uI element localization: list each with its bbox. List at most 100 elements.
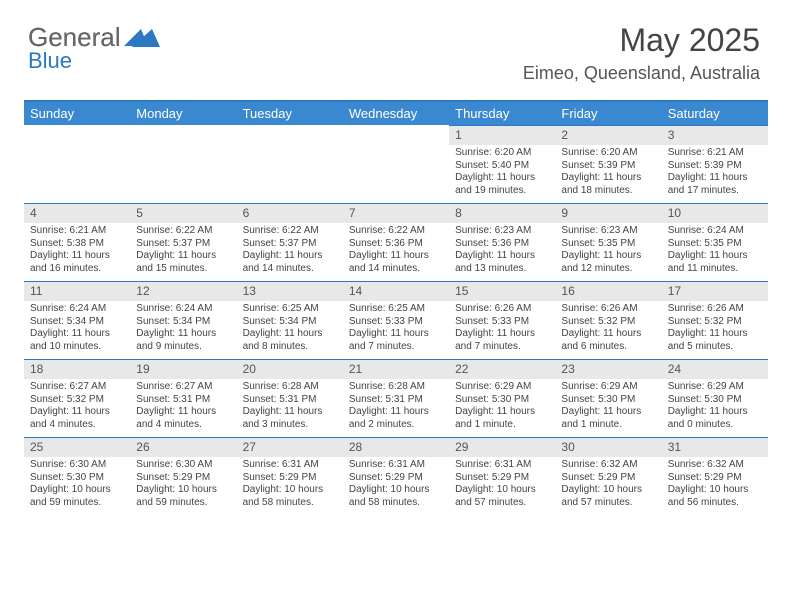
day-details: Sunrise: 6:24 AMSunset: 5:34 PMDaylight:…	[24, 301, 130, 359]
calendar-cell: 10Sunrise: 6:24 AMSunset: 5:35 PMDayligh…	[662, 203, 768, 281]
calendar-cell: 23Sunrise: 6:29 AMSunset: 5:30 PMDayligh…	[555, 359, 661, 437]
calendar-cell: 30Sunrise: 6:32 AMSunset: 5:29 PMDayligh…	[555, 437, 661, 515]
day-details: Sunrise: 6:27 AMSunset: 5:31 PMDaylight:…	[130, 379, 236, 437]
day-details: Sunrise: 6:28 AMSunset: 5:31 PMDaylight:…	[343, 379, 449, 437]
calendar-cell	[24, 125, 130, 203]
calendar-cell: 19Sunrise: 6:27 AMSunset: 5:31 PMDayligh…	[130, 359, 236, 437]
dow-header: Saturday	[662, 101, 768, 125]
day-number: 22	[449, 359, 555, 379]
day-details: Sunrise: 6:20 AMSunset: 5:40 PMDaylight:…	[449, 145, 555, 203]
day-details: Sunrise: 6:21 AMSunset: 5:39 PMDaylight:…	[662, 145, 768, 203]
day-details: Sunrise: 6:21 AMSunset: 5:38 PMDaylight:…	[24, 223, 130, 281]
day-number: 14	[343, 281, 449, 301]
calendar-cell: 11Sunrise: 6:24 AMSunset: 5:34 PMDayligh…	[24, 281, 130, 359]
calendar-cell: 31Sunrise: 6:32 AMSunset: 5:29 PMDayligh…	[662, 437, 768, 515]
day-number: 8	[449, 203, 555, 223]
day-details: Sunrise: 6:22 AMSunset: 5:37 PMDaylight:…	[130, 223, 236, 281]
day-number: 26	[130, 437, 236, 457]
day-details: Sunrise: 6:26 AMSunset: 5:32 PMDaylight:…	[662, 301, 768, 359]
dow-header: Monday	[130, 101, 236, 125]
calendar-cell: 17Sunrise: 6:26 AMSunset: 5:32 PMDayligh…	[662, 281, 768, 359]
calendar-title: May 2025	[523, 22, 760, 59]
day-details: Sunrise: 6:30 AMSunset: 5:29 PMDaylight:…	[130, 457, 236, 515]
day-details: Sunrise: 6:25 AMSunset: 5:33 PMDaylight:…	[343, 301, 449, 359]
day-details: Sunrise: 6:32 AMSunset: 5:29 PMDaylight:…	[555, 457, 661, 515]
day-number: 19	[130, 359, 236, 379]
day-number: 17	[662, 281, 768, 301]
calendar-cell: 14Sunrise: 6:25 AMSunset: 5:33 PMDayligh…	[343, 281, 449, 359]
day-number: 30	[555, 437, 661, 457]
sail-icon	[124, 28, 150, 48]
calendar-cell: 2Sunrise: 6:20 AMSunset: 5:39 PMDaylight…	[555, 125, 661, 203]
calendar-cell: 6Sunrise: 6:22 AMSunset: 5:37 PMDaylight…	[237, 203, 343, 281]
calendar-location: Eimeo, Queensland, Australia	[523, 63, 760, 84]
dow-header: Friday	[555, 101, 661, 125]
calendar-cell	[130, 125, 236, 203]
day-number: 9	[555, 203, 661, 223]
dow-header: Thursday	[449, 101, 555, 125]
day-number: 21	[343, 359, 449, 379]
day-number: 15	[449, 281, 555, 301]
day-number: 18	[24, 359, 130, 379]
day-details: Sunrise: 6:24 AMSunset: 5:35 PMDaylight:…	[662, 223, 768, 281]
page-header: May 2025 Eimeo, Queensland, Australia	[523, 22, 760, 84]
calendar-cell: 5Sunrise: 6:22 AMSunset: 5:37 PMDaylight…	[130, 203, 236, 281]
day-number: 16	[555, 281, 661, 301]
day-number: 4	[24, 203, 130, 223]
day-number: 12	[130, 281, 236, 301]
calendar-cell: 15Sunrise: 6:26 AMSunset: 5:33 PMDayligh…	[449, 281, 555, 359]
day-details: Sunrise: 6:30 AMSunset: 5:30 PMDaylight:…	[24, 457, 130, 515]
day-number: 3	[662, 125, 768, 145]
day-details: Sunrise: 6:23 AMSunset: 5:35 PMDaylight:…	[555, 223, 661, 281]
calendar-cell: 8Sunrise: 6:23 AMSunset: 5:36 PMDaylight…	[449, 203, 555, 281]
calendar-cell	[237, 125, 343, 203]
day-number: 29	[449, 437, 555, 457]
day-number: 31	[662, 437, 768, 457]
day-number: 27	[237, 437, 343, 457]
calendar-cell: 13Sunrise: 6:25 AMSunset: 5:34 PMDayligh…	[237, 281, 343, 359]
day-details: Sunrise: 6:29 AMSunset: 5:30 PMDaylight:…	[662, 379, 768, 437]
day-number: 20	[237, 359, 343, 379]
calendar-cell: 7Sunrise: 6:22 AMSunset: 5:36 PMDaylight…	[343, 203, 449, 281]
day-details: Sunrise: 6:20 AMSunset: 5:39 PMDaylight:…	[555, 145, 661, 203]
calendar-cell: 24Sunrise: 6:29 AMSunset: 5:30 PMDayligh…	[662, 359, 768, 437]
day-number: 11	[24, 281, 130, 301]
day-details: Sunrise: 6:25 AMSunset: 5:34 PMDaylight:…	[237, 301, 343, 359]
calendar-cell: 16Sunrise: 6:26 AMSunset: 5:32 PMDayligh…	[555, 281, 661, 359]
calendar-cell: 25Sunrise: 6:30 AMSunset: 5:30 PMDayligh…	[24, 437, 130, 515]
day-details: Sunrise: 6:29 AMSunset: 5:30 PMDaylight:…	[555, 379, 661, 437]
calendar-cell: 22Sunrise: 6:29 AMSunset: 5:30 PMDayligh…	[449, 359, 555, 437]
calendar-cell: 26Sunrise: 6:30 AMSunset: 5:29 PMDayligh…	[130, 437, 236, 515]
calendar-cell: 27Sunrise: 6:31 AMSunset: 5:29 PMDayligh…	[237, 437, 343, 515]
day-details: Sunrise: 6:32 AMSunset: 5:29 PMDaylight:…	[662, 457, 768, 515]
calendar-cell: 18Sunrise: 6:27 AMSunset: 5:32 PMDayligh…	[24, 359, 130, 437]
day-details: Sunrise: 6:31 AMSunset: 5:29 PMDaylight:…	[449, 457, 555, 515]
calendar-cell: 29Sunrise: 6:31 AMSunset: 5:29 PMDayligh…	[449, 437, 555, 515]
day-details: Sunrise: 6:22 AMSunset: 5:36 PMDaylight:…	[343, 223, 449, 281]
day-number: 10	[662, 203, 768, 223]
calendar-table: SundayMondayTuesdayWednesdayThursdayFrid…	[24, 100, 768, 515]
day-number: 1	[449, 125, 555, 145]
calendar-cell: 4Sunrise: 6:21 AMSunset: 5:38 PMDaylight…	[24, 203, 130, 281]
day-details: Sunrise: 6:22 AMSunset: 5:37 PMDaylight:…	[237, 223, 343, 281]
day-details: Sunrise: 6:26 AMSunset: 5:33 PMDaylight:…	[449, 301, 555, 359]
day-details: Sunrise: 6:31 AMSunset: 5:29 PMDaylight:…	[237, 457, 343, 515]
day-details: Sunrise: 6:29 AMSunset: 5:30 PMDaylight:…	[449, 379, 555, 437]
day-details: Sunrise: 6:23 AMSunset: 5:36 PMDaylight:…	[449, 223, 555, 281]
day-number: 5	[130, 203, 236, 223]
dow-header: Tuesday	[237, 101, 343, 125]
day-details: Sunrise: 6:27 AMSunset: 5:32 PMDaylight:…	[24, 379, 130, 437]
day-details: Sunrise: 6:24 AMSunset: 5:34 PMDaylight:…	[130, 301, 236, 359]
day-number: 6	[237, 203, 343, 223]
day-number: 28	[343, 437, 449, 457]
calendar-cell: 21Sunrise: 6:28 AMSunset: 5:31 PMDayligh…	[343, 359, 449, 437]
day-number: 2	[555, 125, 661, 145]
calendar-cell	[343, 125, 449, 203]
day-details: Sunrise: 6:28 AMSunset: 5:31 PMDaylight:…	[237, 379, 343, 437]
brand-word-2: Blue	[28, 48, 72, 74]
calendar-cell: 28Sunrise: 6:31 AMSunset: 5:29 PMDayligh…	[343, 437, 449, 515]
day-number: 24	[662, 359, 768, 379]
calendar-cell: 1Sunrise: 6:20 AMSunset: 5:40 PMDaylight…	[449, 125, 555, 203]
dow-header: Sunday	[24, 101, 130, 125]
day-details: Sunrise: 6:31 AMSunset: 5:29 PMDaylight:…	[343, 457, 449, 515]
